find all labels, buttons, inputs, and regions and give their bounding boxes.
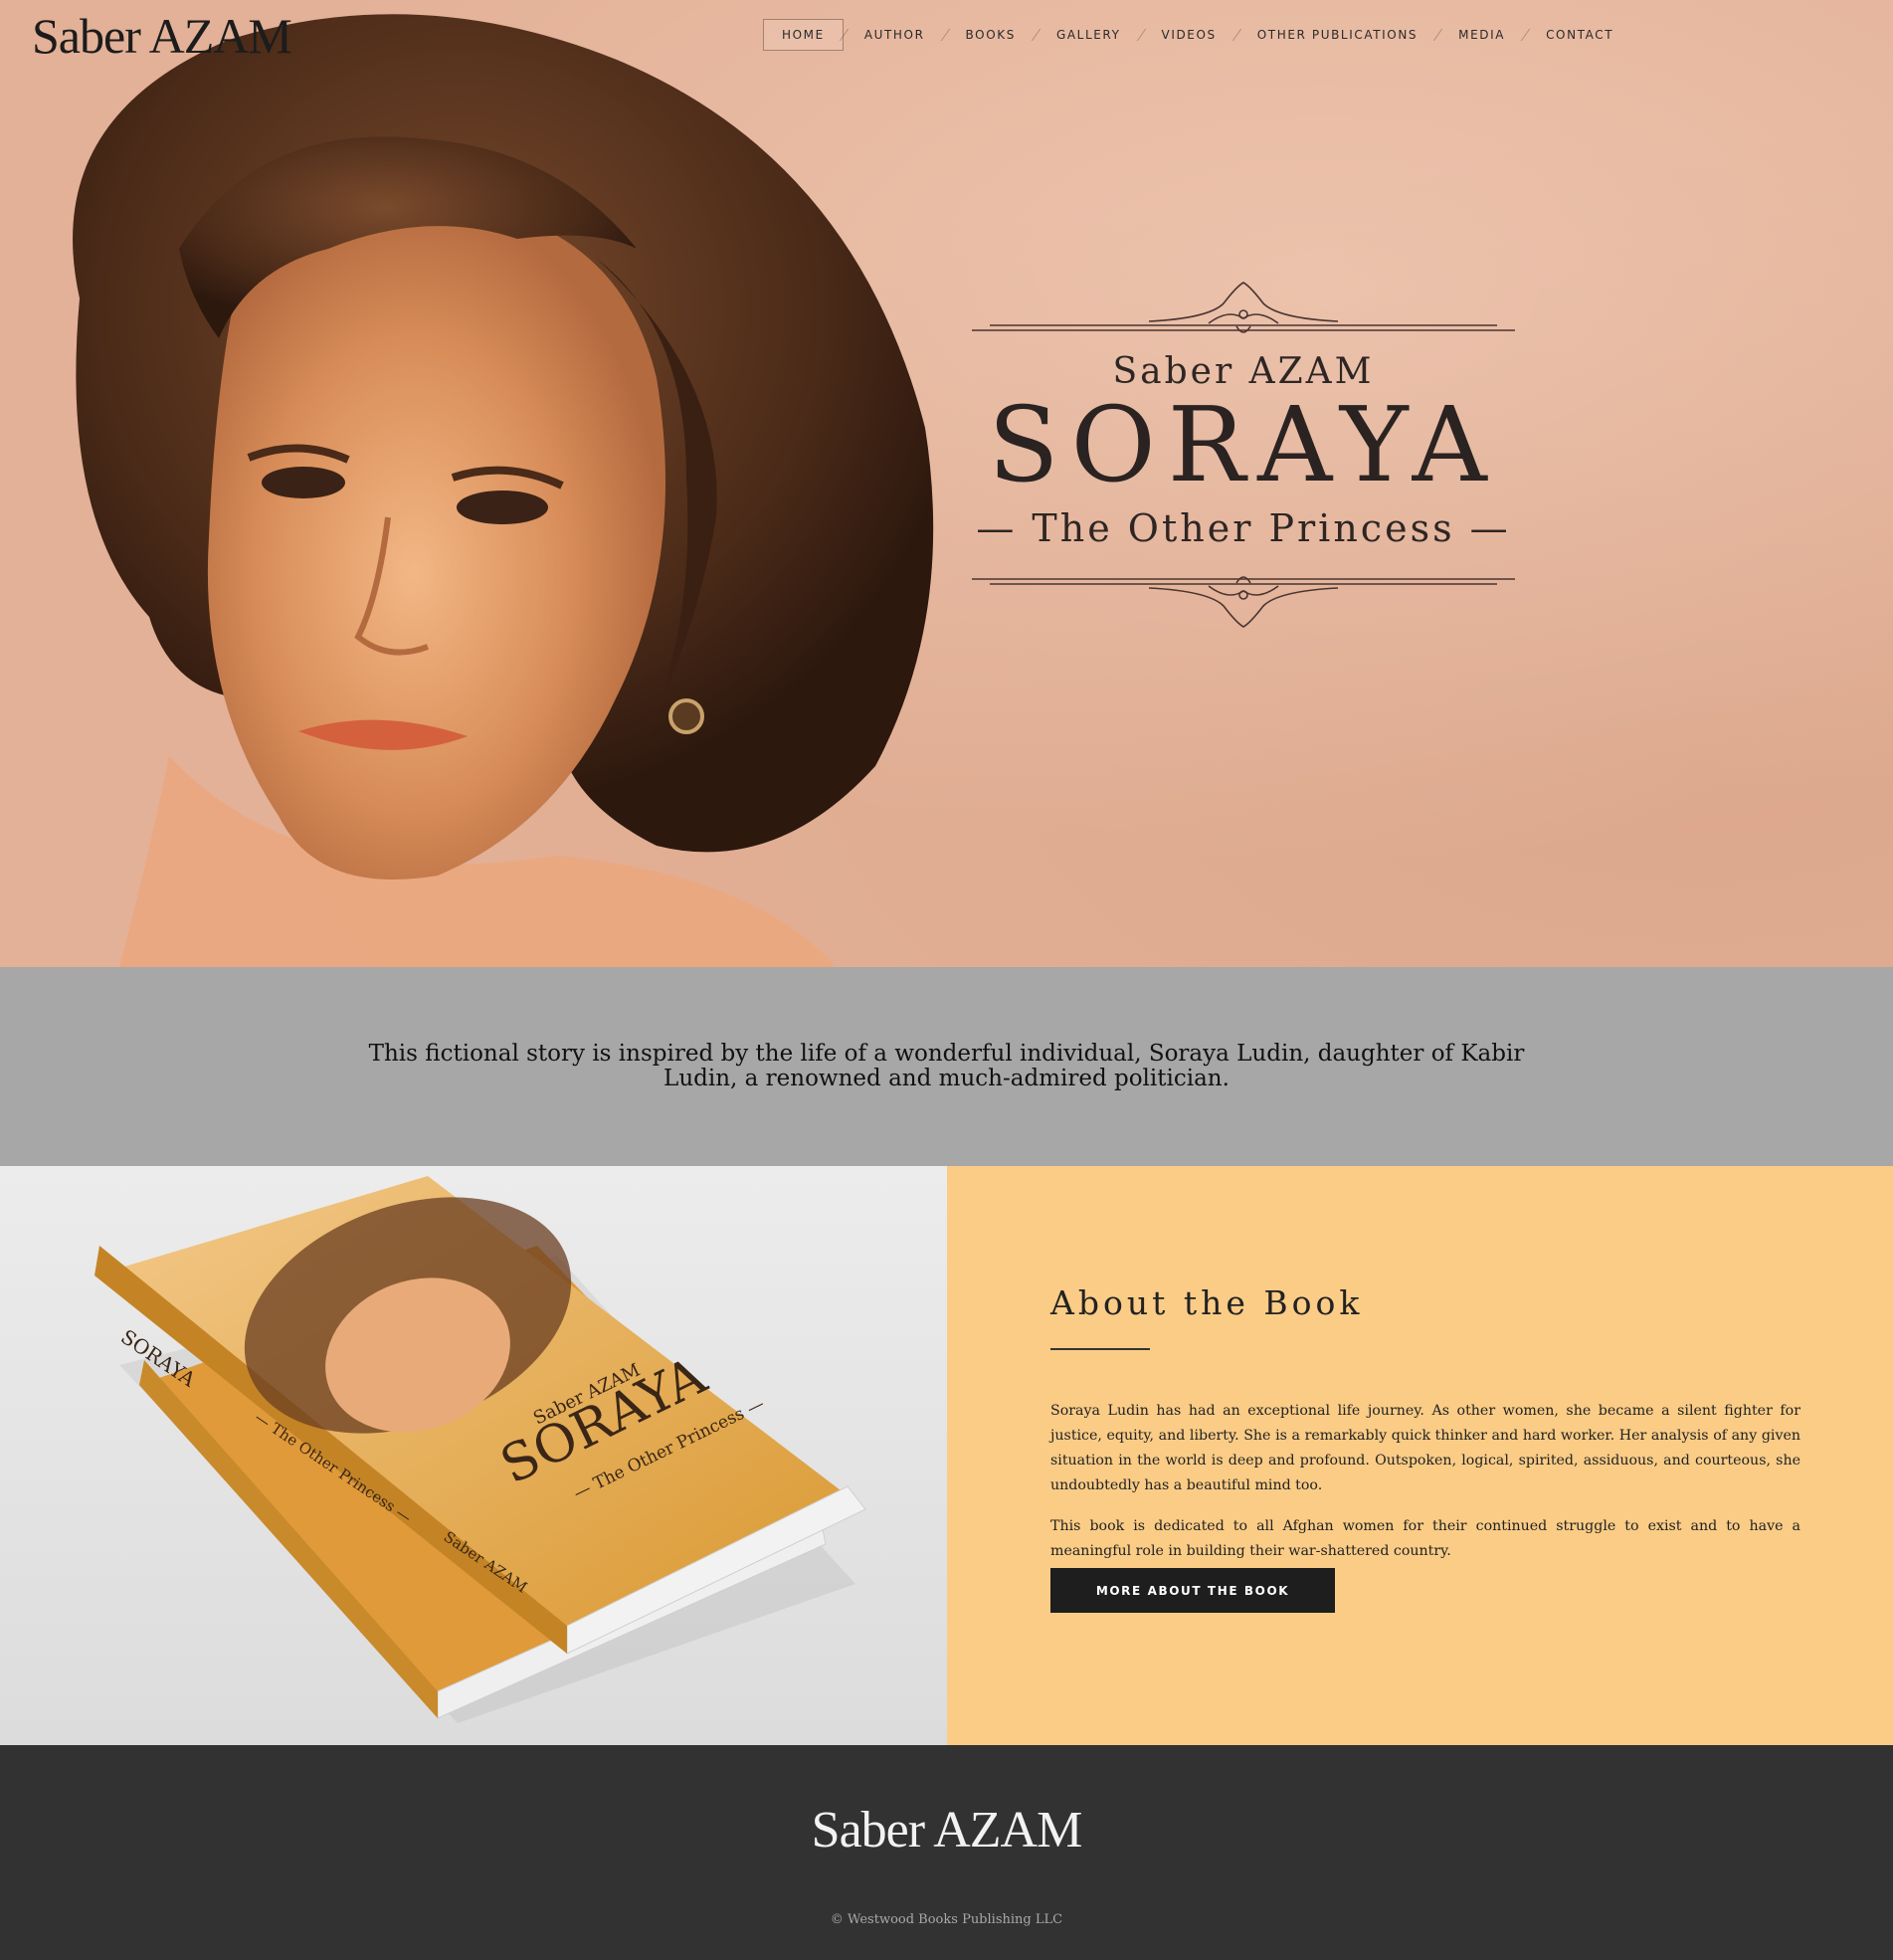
about-book-section: About the Book Soraya Ludin has had an e…: [947, 1166, 1893, 1745]
about-paragraph: This book is dedicated to all Afghan wom…: [1050, 1518, 1800, 1559]
heading-underline: [1050, 1348, 1150, 1350]
book-stack-illustration: SORAYA — The Other Princess — Saber AZAM…: [0, 1166, 947, 1745]
nav-books[interactable]: BOOKS: [946, 20, 1036, 50]
intro-text: This fictional story is inspired by the …: [368, 1041, 1525, 1091]
nav-author[interactable]: AUTHOR: [845, 20, 945, 50]
book-mockup-image: SORAYA — The Other Princess — Saber AZAM…: [0, 1166, 947, 1745]
top-ornament-icon: [972, 282, 1515, 333]
nav-videos[interactable]: VIDEOS: [1142, 20, 1236, 50]
about-paragraph: Soraya Ludin has had an exceptional life…: [1050, 1403, 1800, 1493]
footer-logo[interactable]: Saber AZAM: [0, 1801, 1893, 1861]
about-body: Soraya Ludin has had an exceptional life…: [1050, 1399, 1800, 1580]
more-about-book-button[interactable]: MORE ABOUT THE BOOK: [1050, 1568, 1335, 1613]
hero-title-block: Saber AZAM SORAYA — The Other Princess —: [970, 279, 1517, 631]
nav-home[interactable]: HOME: [763, 19, 844, 51]
intro-band: This fictional story is inspired by the …: [0, 967, 1893, 1166]
footer: Saber AZAM © Westwood Books Publishing L…: [0, 1745, 1893, 1960]
copyright-text: © Westwood Books Publishing LLC: [830, 1912, 1063, 1927]
about-heading: About the Book: [1050, 1283, 1364, 1322]
portrait-painting: [73, 14, 934, 967]
nav-gallery[interactable]: GALLERY: [1037, 20, 1141, 50]
nav-contact[interactable]: CONTACT: [1526, 20, 1633, 50]
main-nav: HOME AUTHOR BOOKS GALLERY VIDEOS OTHER P…: [763, 19, 1633, 51]
nav-media[interactable]: MEDIA: [1438, 20, 1525, 50]
hero-subtitle: — The Other Princess —: [976, 506, 1511, 550]
hero-title: SORAYA: [988, 384, 1499, 505]
bottom-ornament-icon: [972, 576, 1515, 628]
nav-other-publications[interactable]: OTHER PUBLICATIONS: [1237, 20, 1437, 50]
hero-section: Saber AZAM HOME AUTHOR BOOKS GALLERY VID…: [0, 0, 1893, 967]
site-logo[interactable]: Saber AZAM: [32, 6, 292, 66]
